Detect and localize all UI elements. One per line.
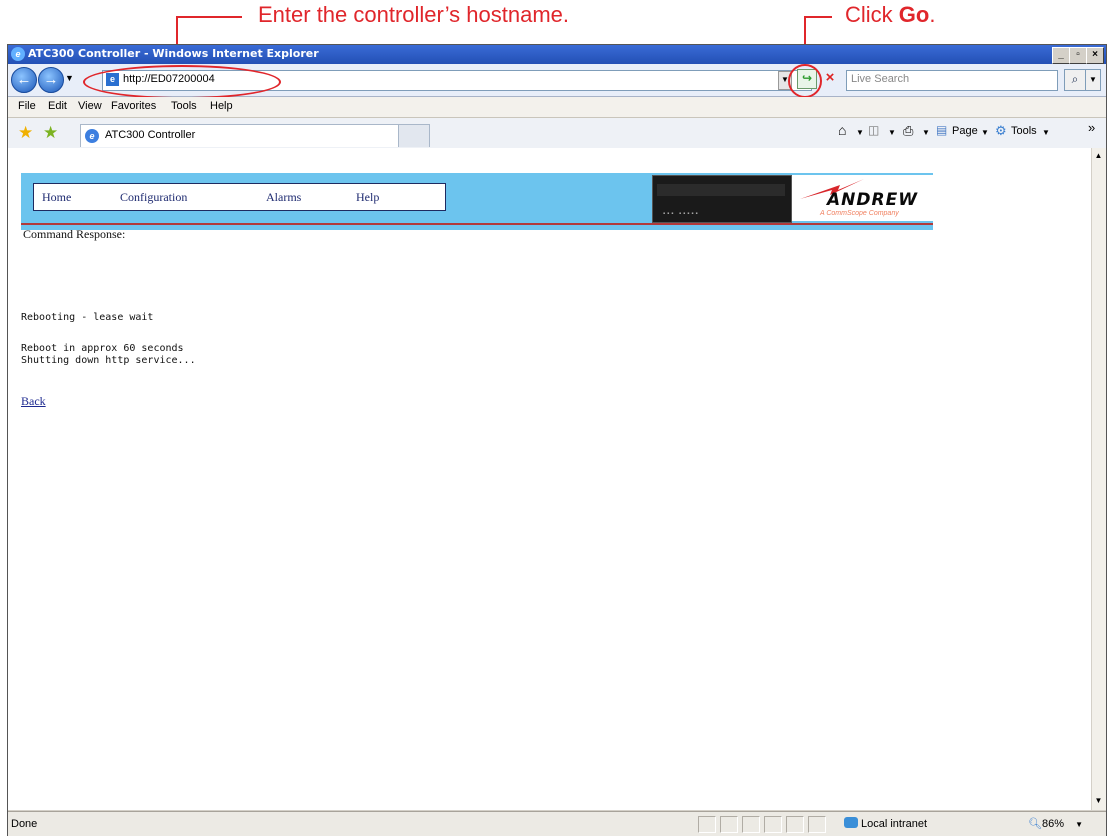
status-segment (720, 816, 738, 833)
status-bar: Done Local intranet 🔍︎86% ▼ (8, 811, 1106, 836)
menu-tools[interactable]: Tools (171, 100, 197, 112)
header-banner: Home Configuration Alarms Help ▪▪▪ ▪▪▪▪▪… (21, 173, 933, 241)
print-dropdown-icon[interactable]: ▼ (922, 128, 930, 137)
close-button[interactable]: × (1086, 47, 1104, 64)
zoom-icon: 🔍︎ (1028, 818, 1042, 830)
hostname-highlight-ellipse (83, 65, 281, 99)
controller-device-image: ▪▪▪ ▪▪▪▪▪ (652, 175, 792, 223)
page-dropdown-icon[interactable]: ▼ (981, 128, 989, 137)
hostname-callout-text: Enter the controller’s hostname. (258, 2, 570, 27)
menu-file[interactable]: File (18, 100, 36, 112)
go-callout-line (804, 16, 832, 18)
device-front-panel (657, 184, 785, 196)
go-callout-bold: Go (898, 2, 930, 27)
logo-tagline: A CommScope Company (820, 210, 899, 217)
feeds-dropdown-icon[interactable]: ▼ (888, 128, 896, 137)
menu-edit[interactable]: Edit (48, 100, 67, 112)
back-arrow-icon[interactable]: ← (11, 67, 37, 93)
new-tab-button[interactable] (398, 124, 430, 147)
hostname-callout-line (176, 16, 242, 18)
page-content: Home Configuration Alarms Help ▪▪▪ ▪▪▪▪▪… (8, 148, 1091, 810)
stop-icon[interactable]: × (821, 69, 839, 87)
status-segment (786, 816, 804, 833)
window-title: ATC300 Controller - Windows Internet Exp… (28, 47, 319, 60)
nav-alarms[interactable]: Alarms (266, 190, 301, 205)
home-icon[interactable]: ⌂ (838, 122, 846, 138)
scroll-up-icon[interactable]: ▲ (1093, 150, 1104, 161)
status-segment (698, 816, 716, 833)
page-menu-icon: ▤ (936, 123, 948, 137)
add-favorites-icon[interactable]: ★ (43, 123, 58, 143)
search-input[interactable]: Live Search (846, 70, 1058, 91)
andrew-logo: ANDREW A CommScope Company (792, 175, 933, 221)
favorites-bar: ★ ★ e ATC300 Controller ⌂ ▼ ◫ ▼ ⎙ ▼ ▤ Pa… (8, 118, 1106, 149)
ie-logo-icon: e (11, 47, 25, 61)
zoom-control[interactable]: 🔍︎86% ▼ (1028, 817, 1083, 830)
tab-title: ATC300 Controller (105, 129, 196, 141)
home-dropdown-icon[interactable]: ▼ (856, 128, 864, 137)
response-line-2: Reboot in approx 60 seconds (21, 343, 184, 354)
status-segment (764, 816, 782, 833)
menu-favorites[interactable]: Favorites (111, 100, 156, 112)
device-lights: ▪▪▪ ▪▪▪▪▪ (663, 211, 700, 217)
status-text: Done (11, 818, 38, 830)
history-dropdown-icon[interactable]: ▼ (65, 73, 74, 83)
favorites-star-icon[interactable]: ★ (18, 123, 33, 143)
forward-arrow-icon[interactable]: → (38, 67, 64, 93)
page-menu-button[interactable]: Page (952, 125, 978, 137)
intranet-icon (844, 817, 858, 828)
go-callout-prefix: Click (845, 2, 899, 27)
go-callout-text: Click Go. (845, 2, 935, 28)
menu-help[interactable]: Help (210, 100, 233, 112)
chevron-more-icon[interactable]: » (1088, 120, 1095, 135)
section-label: Command Response: (23, 227, 126, 241)
search-icon[interactable]: ⌕ (1064, 69, 1086, 91)
banner-divider (21, 223, 933, 225)
status-segment (808, 816, 826, 833)
nav-bar: Home Configuration Alarms Help (33, 183, 446, 211)
browser-window: e ATC300 Controller - Windows Internet E… (7, 44, 1107, 836)
response-line-3: Shutting down http service... (21, 355, 196, 366)
back-link[interactable]: Back (21, 394, 46, 409)
go-highlight-ellipse (788, 64, 822, 98)
search-options-icon[interactable]: ▼ (1085, 69, 1101, 91)
print-icon[interactable]: ⎙ (903, 123, 913, 139)
vertical-scrollbar[interactable]: ▲ ▼ (1091, 148, 1106, 810)
tools-menu-button[interactable]: Tools (1011, 125, 1037, 137)
status-segment (742, 816, 760, 833)
tab-atc300-controller[interactable]: e ATC300 Controller (80, 124, 424, 147)
tab-ie-icon: e (85, 129, 99, 143)
nav-home[interactable]: Home (42, 190, 71, 205)
tools-gear-icon: ⚙ (995, 123, 1007, 138)
nav-help[interactable]: Help (356, 190, 379, 205)
restore-button[interactable]: ▫ (1069, 47, 1087, 64)
security-zone[interactable]: Local intranet (844, 817, 927, 830)
response-line-1: Rebooting - lease wait (21, 312, 154, 323)
title-bar: e ATC300 Controller - Windows Internet E… (8, 45, 1106, 64)
zone-label: Local intranet (861, 818, 928, 830)
zoom-level: 86% (1041, 818, 1064, 830)
scroll-down-icon[interactable]: ▼ (1093, 795, 1104, 806)
nav-configuration[interactable]: Configuration (120, 190, 187, 205)
go-callout-suffix: . (929, 2, 936, 27)
logo-wordmark: ANDREW (827, 190, 918, 210)
feeds-icon[interactable]: ◫ (868, 123, 879, 137)
menu-bar: File Edit View Favorites Tools Help (8, 97, 1106, 118)
menu-view[interactable]: View (78, 100, 102, 112)
tools-dropdown-icon[interactable]: ▼ (1042, 128, 1050, 137)
zoom-dropdown-icon[interactable]: ▼ (1075, 820, 1083, 829)
minimize-button[interactable]: _ (1052, 47, 1070, 64)
